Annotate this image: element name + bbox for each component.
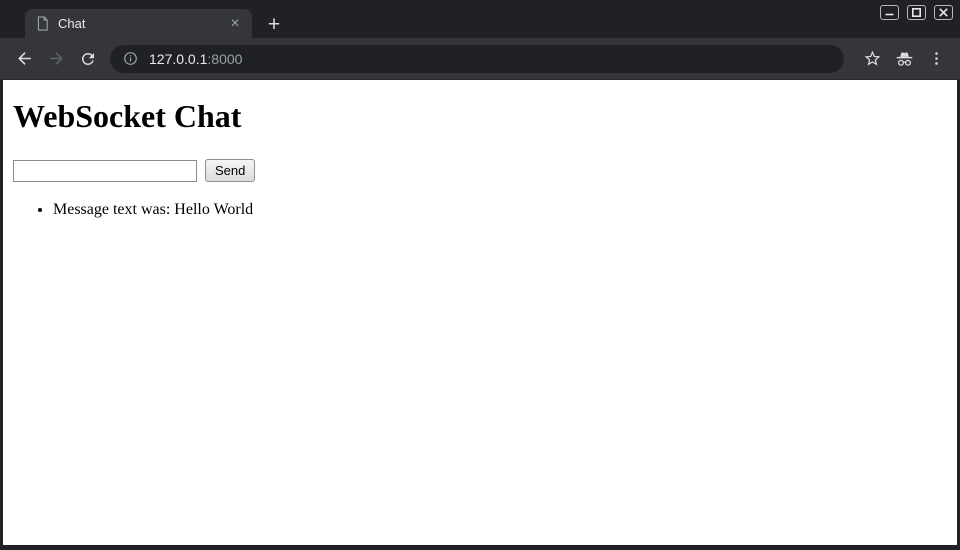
page-title: WebSocket Chat xyxy=(13,98,947,135)
bookmark-button[interactable] xyxy=(856,43,888,75)
close-button[interactable] xyxy=(934,5,953,20)
new-tab-button[interactable]: + xyxy=(261,11,287,37)
star-icon xyxy=(863,49,882,68)
minimize-button[interactable] xyxy=(880,5,899,20)
incognito-icon xyxy=(894,49,915,68)
address-bar[interactable]: 127.0.0.1:8000 xyxy=(110,45,844,73)
message-form: Send xyxy=(13,159,947,182)
maximize-icon xyxy=(911,7,922,18)
plus-icon: + xyxy=(268,14,280,35)
incognito-badge xyxy=(888,43,920,75)
reload-button[interactable] xyxy=(72,43,104,75)
kebab-menu-icon xyxy=(928,50,945,67)
tab-close-icon[interactable]: × xyxy=(226,15,244,33)
tab-chat[interactable]: Chat × xyxy=(25,9,252,38)
reload-icon xyxy=(79,50,97,68)
window-controls xyxy=(880,5,953,20)
url-port: :8000 xyxy=(207,51,242,67)
minimize-icon xyxy=(884,7,895,18)
message-list: Message text was: Hello World xyxy=(13,200,947,219)
browser-window: Chat × + xyxy=(0,0,960,550)
back-button[interactable] xyxy=(8,43,40,75)
page-content: WebSocket Chat Send Message text was: He… xyxy=(3,80,957,545)
list-item: Message text was: Hello World xyxy=(53,200,947,219)
back-icon xyxy=(15,49,34,68)
maximize-button[interactable] xyxy=(907,5,926,20)
page-favicon-icon xyxy=(35,15,50,32)
forward-button[interactable] xyxy=(40,43,72,75)
site-info-icon[interactable] xyxy=(122,50,139,67)
message-input[interactable] xyxy=(13,160,197,182)
titlebar: Chat × + xyxy=(0,0,960,38)
url-text: 127.0.0.1:8000 xyxy=(149,51,242,67)
send-button[interactable]: Send xyxy=(205,159,255,182)
forward-icon xyxy=(47,49,66,68)
url-host: 127.0.0.1 xyxy=(149,51,207,67)
tab-title: Chat xyxy=(58,16,218,31)
browser-toolbar: 127.0.0.1:8000 xyxy=(0,38,960,80)
menu-button[interactable] xyxy=(920,43,952,75)
close-icon xyxy=(938,7,949,18)
